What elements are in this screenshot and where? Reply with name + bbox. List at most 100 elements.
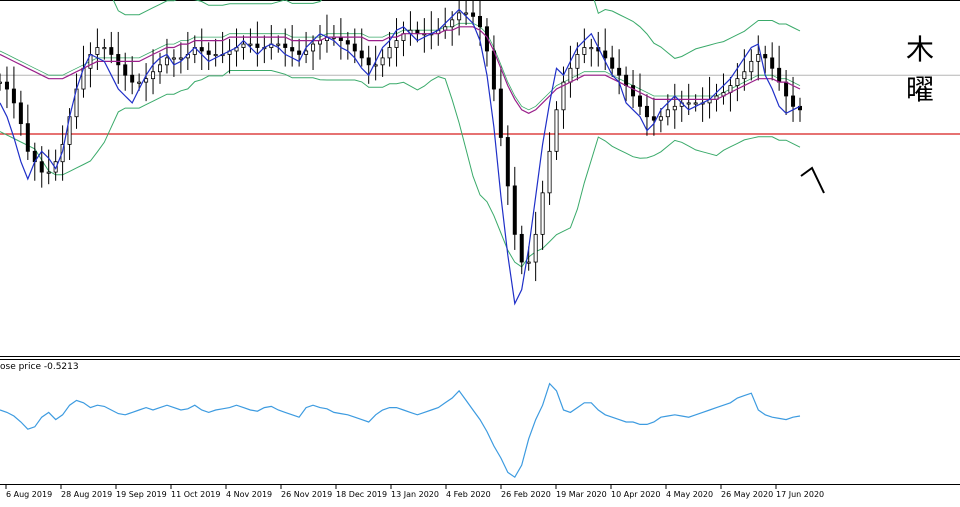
candle-body bbox=[11, 88, 16, 104]
candle-body bbox=[0, 81, 3, 84]
candle-body bbox=[199, 47, 204, 52]
candle-body bbox=[102, 47, 107, 50]
candle-body bbox=[18, 102, 23, 125]
candle-body bbox=[617, 67, 622, 76]
candle-body bbox=[4, 81, 9, 90]
candle-body bbox=[631, 85, 636, 97]
candle-body bbox=[770, 57, 775, 69]
candle-body bbox=[658, 116, 663, 121]
candle-body bbox=[311, 43, 316, 52]
candle-body bbox=[540, 192, 545, 235]
x-tick-label: 4 May 2020 bbox=[666, 490, 713, 499]
x-tick-label: 26 Nov 2019 bbox=[281, 490, 332, 499]
candle-body bbox=[290, 47, 295, 52]
candle-body bbox=[638, 95, 643, 107]
candle-body bbox=[39, 161, 44, 173]
candle-body bbox=[547, 150, 552, 194]
candle-body bbox=[512, 185, 517, 235]
candle-body bbox=[491, 50, 496, 90]
x-tick-label: 19 Sep 2019 bbox=[116, 490, 167, 499]
candle-body bbox=[693, 102, 698, 105]
x-tick-label: 4 Nov 2019 bbox=[226, 490, 272, 499]
oscillator-label: ose price -0.5213 bbox=[0, 362, 79, 372]
candle-body bbox=[575, 54, 580, 69]
x-tick-label: 26 Feb 2020 bbox=[501, 490, 551, 499]
x-tick-label: 26 May 2020 bbox=[721, 490, 773, 499]
candle-body bbox=[471, 12, 476, 17]
candle-body bbox=[95, 47, 100, 55]
candle-body bbox=[651, 116, 656, 121]
candle-body bbox=[624, 74, 629, 86]
candle-body bbox=[477, 15, 482, 28]
annotation-text: 木曜 bbox=[906, 33, 935, 106]
x-tick-label: 28 Aug 2019 bbox=[61, 490, 112, 499]
candle-body bbox=[241, 43, 246, 48]
candle-body bbox=[735, 78, 740, 86]
x-tick-label: 11 Oct 2019 bbox=[171, 490, 220, 499]
candle-body bbox=[603, 50, 608, 59]
bollinger-middle bbox=[0, 22, 801, 111]
candle-body bbox=[297, 50, 302, 55]
candle-body bbox=[519, 233, 524, 263]
candle-body bbox=[109, 47, 114, 55]
candle-body bbox=[533, 233, 538, 263]
candle-body bbox=[505, 137, 510, 187]
candle-body bbox=[644, 105, 649, 118]
candle-body bbox=[366, 57, 371, 66]
candle-body bbox=[352, 43, 357, 52]
x-tick-label: 4 Feb 2020 bbox=[446, 490, 491, 499]
x-tick-label: 19 Mar 2020 bbox=[556, 490, 607, 499]
candle-body bbox=[763, 54, 768, 59]
candle-body bbox=[178, 57, 183, 60]
x-tick-label: 6 Aug 2019 bbox=[6, 490, 52, 499]
ma-fast-line bbox=[0, 8, 801, 306]
candle-body bbox=[25, 123, 30, 152]
ma-slow-line bbox=[0, 26, 801, 114]
arrow-annotation bbox=[800, 166, 825, 194]
candle-body bbox=[213, 54, 218, 57]
candle-body bbox=[589, 47, 594, 50]
candle-body bbox=[464, 12, 469, 15]
candle-body bbox=[151, 71, 156, 80]
chart-area: 6 Aug 2019 28 Aug 2019 19 Sep 2019 11 Oct 2… bbox=[0, 0, 960, 503]
candle-body bbox=[171, 57, 176, 60]
candle-body bbox=[248, 43, 253, 46]
candle-body bbox=[255, 43, 260, 48]
x-tick-label: 17 Jun 2020 bbox=[776, 490, 824, 499]
candle-body bbox=[742, 71, 747, 80]
candle-body bbox=[498, 88, 503, 138]
candle-body bbox=[450, 19, 455, 28]
candle-body bbox=[137, 81, 142, 84]
candle-body bbox=[672, 105, 677, 111]
candle-body bbox=[304, 50, 309, 55]
candle-body bbox=[123, 64, 128, 76]
candle-body bbox=[554, 109, 559, 152]
candle-body bbox=[144, 78, 149, 83]
candle-body bbox=[283, 43, 288, 48]
chart-canvas: 6 Aug 2019 28 Aug 2019 19 Sep 2019 11 Oct 2… bbox=[0, 0, 960, 499]
x-tick-label: 18 Dec 2019 bbox=[336, 490, 387, 499]
candle-body bbox=[526, 261, 531, 264]
candle-body bbox=[784, 81, 789, 97]
candle-body bbox=[756, 54, 761, 62]
candle-body bbox=[206, 50, 211, 55]
candle-body bbox=[777, 67, 782, 83]
candle-body bbox=[457, 12, 462, 21]
candle-body bbox=[276, 43, 281, 46]
x-tick-label: 13 Jan 2020 bbox=[391, 490, 439, 499]
x-tick-label: 10 Apr 2020 bbox=[611, 490, 660, 499]
candle-body bbox=[686, 102, 691, 105]
candle-body bbox=[164, 57, 169, 66]
bollinger-upper bbox=[112, 0, 801, 59]
candle-body bbox=[359, 50, 364, 59]
candle-body bbox=[387, 47, 392, 59]
candle-body bbox=[568, 67, 573, 83]
candle-body bbox=[46, 171, 51, 174]
candle-body bbox=[116, 54, 121, 66]
candle-body bbox=[582, 47, 587, 55]
candle-body bbox=[749, 60, 754, 73]
candle-body bbox=[130, 74, 135, 83]
candle-body bbox=[665, 109, 670, 118]
candle-body bbox=[610, 57, 615, 69]
candle-body bbox=[791, 95, 796, 107]
